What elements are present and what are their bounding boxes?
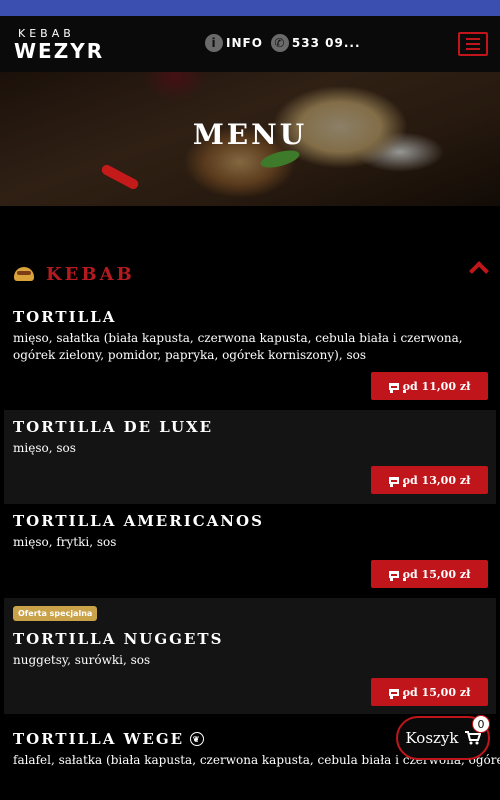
shopping-cart-icon	[464, 731, 481, 745]
info-label: INFO	[226, 36, 263, 50]
item-description: mięso, sos	[13, 441, 76, 455]
hamburger-icon	[466, 38, 480, 40]
special-offer-badge: Oferta specjalna	[13, 606, 98, 621]
chevron-up-icon[interactable]	[469, 261, 489, 281]
page-title: MENU	[192, 118, 308, 151]
menu-item[interactable]: Oferta specjalna TORTILLA NUGGETS nugget…	[4, 598, 496, 714]
top-status-bar	[0, 0, 500, 16]
category-title: KEBAB	[46, 263, 135, 285]
site-header: KEBAB WEZYR i INFO ✆ 533 09...	[0, 16, 500, 72]
logo-bottom-text: WEZYR	[14, 38, 105, 63]
item-description: nuggetsy, surówki, sos	[13, 653, 151, 667]
header-nav: i INFO ✆ 533 09...	[205, 34, 361, 52]
vegetarian-leaf-icon: ❦	[190, 732, 205, 746]
item-description: mięso, sałatka (biała kapusta, czerwona …	[13, 331, 463, 362]
cart-button[interactable]: Koszyk 0	[396, 715, 490, 760]
cart-icon	[388, 570, 406, 581]
chili-decoration	[99, 163, 141, 191]
hero-banner: MENU	[0, 72, 500, 206]
logo-top-text: KEBAB	[18, 26, 75, 40]
price-label: od 15,00 zł	[402, 567, 471, 581]
item-name-text: TORTILLA WEGE	[13, 730, 185, 748]
kebab-icon	[14, 267, 34, 281]
add-to-cart-button[interactable]: od 11,00 zł	[371, 372, 488, 400]
cart-count-badge: 0	[472, 715, 490, 733]
category-header-kebab[interactable]: KEBAB	[14, 260, 489, 288]
item-name: TORTILLA	[13, 308, 117, 326]
price-label: od 13,00 zł	[402, 473, 471, 487]
add-to-cart-button[interactable]: od 15,00 zł	[371, 560, 488, 588]
cart-icon	[388, 688, 406, 699]
menu-toggle-button[interactable]	[458, 32, 488, 56]
item-name: TORTILLA DE LUXE	[13, 418, 214, 436]
info-link[interactable]: i INFO	[205, 34, 263, 52]
info-icon: i	[205, 34, 223, 52]
add-to-cart-button[interactable]: od 15,00 zł	[371, 678, 488, 706]
phone-icon: ✆	[270, 34, 289, 52]
add-to-cart-button[interactable]: od 13,00 zł	[371, 466, 488, 494]
price-label: od 15,00 zł	[402, 685, 471, 699]
menu-item[interactable]: TORTILLA mięso, sałatka (biała kapusta, …	[4, 300, 496, 408]
cart-icon	[388, 476, 406, 487]
item-description: mięso, frytki, sos	[13, 535, 117, 549]
item-name: TORTILLA AMERICANOS	[13, 512, 264, 530]
cart-icon	[388, 382, 406, 393]
cart-label: Koszyk	[405, 729, 459, 747]
menu-item[interactable]: TORTILLA DE LUXE mięso, sos od 13,00 zł	[4, 410, 496, 504]
phone-label: 533 09...	[291, 36, 361, 50]
phone-link[interactable]: ✆ 533 09...	[270, 34, 361, 52]
menu-item[interactable]: TORTILLA AMERICANOS mięso, frytki, sos o…	[4, 504, 496, 598]
price-label: od 11,00 zł	[402, 379, 471, 393]
logo[interactable]: KEBAB WEZYR	[14, 28, 104, 61]
